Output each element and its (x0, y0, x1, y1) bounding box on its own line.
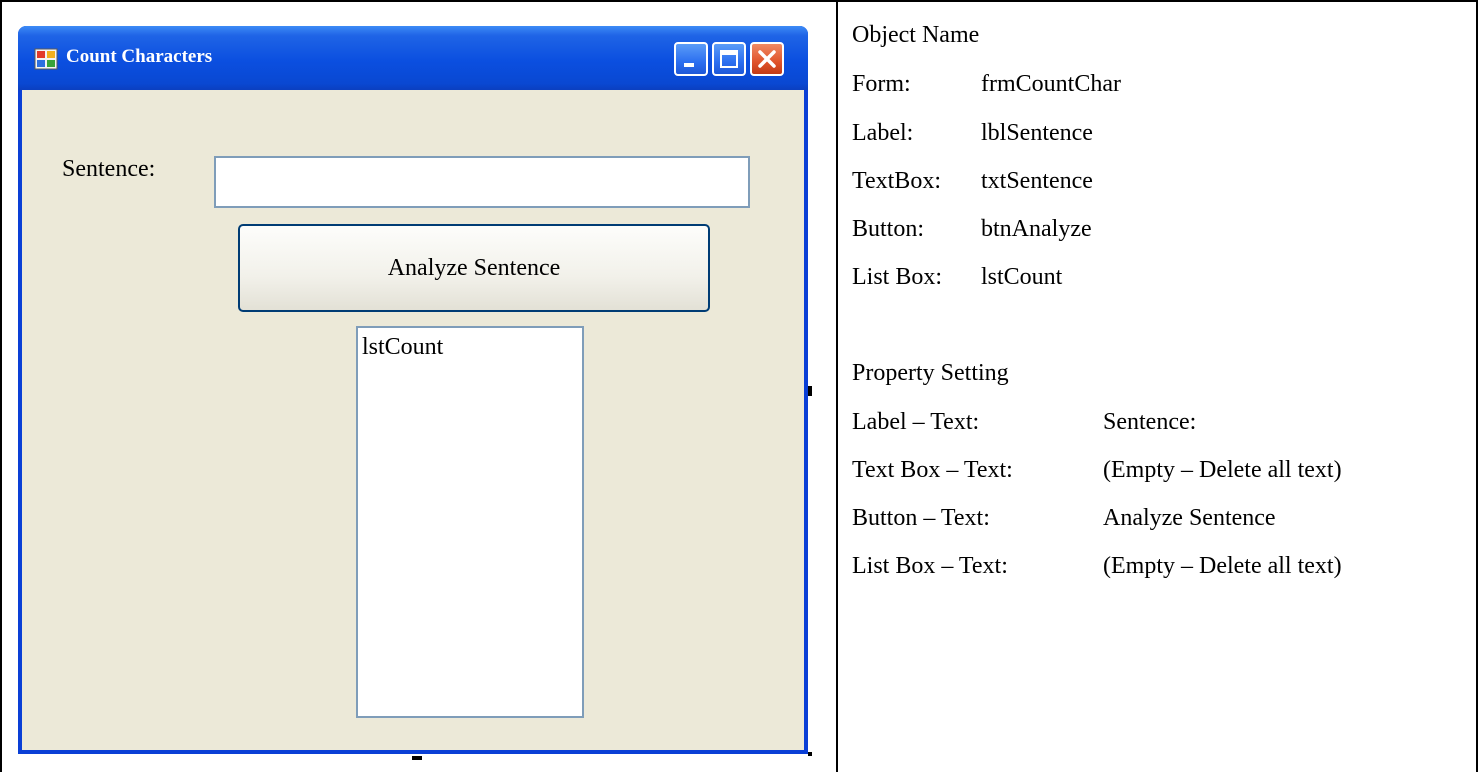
analyze-sentence-button[interactable]: Analyze Sentence (238, 224, 710, 312)
table-border-left (0, 0, 2, 772)
object-type-label: Label: (852, 120, 914, 146)
maximize-icon (720, 50, 738, 68)
close-button[interactable] (750, 42, 784, 76)
app-icon (34, 48, 58, 70)
property-button-value: Analyze Sentence (1103, 505, 1276, 531)
object-name-listbox: lstCount (981, 264, 1063, 290)
minimize-icon (684, 63, 694, 67)
object-name-form: frmCountChar (981, 71, 1121, 97)
resize-handle-right[interactable] (808, 386, 812, 396)
minimize-button[interactable] (674, 42, 708, 76)
sentence-textbox[interactable] (214, 156, 750, 208)
property-label-value: Sentence: (1103, 409, 1197, 435)
property-textbox-text: Text Box – Text: (852, 457, 1013, 483)
object-type-form: Form: (852, 71, 911, 97)
property-listbox-text: List Box – Text: (852, 553, 1008, 579)
count-listbox[interactable]: lstCount (356, 326, 584, 718)
resize-handle-bottom[interactable] (412, 756, 422, 760)
property-label-text: Label – Text: (852, 409, 980, 435)
resize-handle-corner[interactable] (808, 752, 812, 756)
list-item[interactable]: lstCount (362, 334, 582, 361)
window-title: Count Characters (66, 46, 213, 67)
form-window: Count Characters Sentence: Analyze Sente… (18, 26, 808, 754)
object-type-button: Button: (852, 216, 925, 242)
form-client-area: Sentence: Analyze Sentence lstCount (22, 90, 804, 750)
maximize-button[interactable] (712, 42, 746, 76)
object-type-textbox: TextBox: (852, 168, 941, 194)
table-border-divider (836, 0, 838, 772)
object-name-label: lblSentence (981, 120, 1093, 146)
table-border-top (0, 0, 1478, 2)
property-setting-heading: Property Setting (852, 360, 1009, 386)
property-button-text: Button – Text: (852, 505, 990, 531)
object-name-textbox: txtSentence (981, 168, 1093, 194)
title-bar[interactable]: Count Characters (18, 26, 808, 90)
close-icon (758, 50, 776, 68)
object-type-listbox: List Box: (852, 264, 943, 290)
property-listbox-value: (Empty – Delete all text) (1103, 553, 1342, 579)
object-name-heading: Object Name (852, 22, 980, 48)
sentence-label: Sentence: (62, 156, 156, 182)
property-textbox-value: (Empty – Delete all text) (1103, 457, 1342, 483)
object-name-button: btnAnalyze (981, 216, 1092, 242)
